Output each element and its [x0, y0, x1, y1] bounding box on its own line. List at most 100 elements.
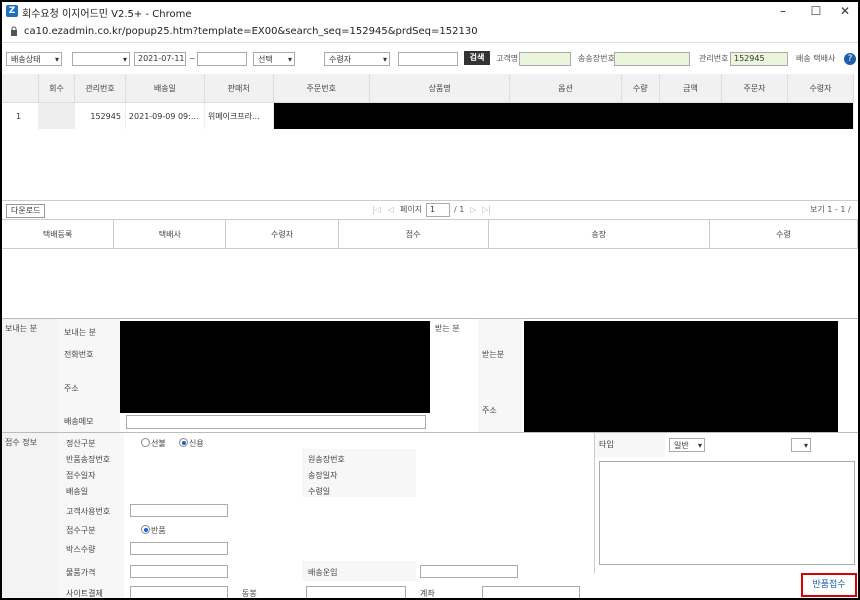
site-pay-input[interactable]	[130, 586, 228, 598]
settle-label: 정산구분	[66, 439, 96, 448]
customer-input[interactable]	[519, 52, 571, 66]
date-to-input[interactable]	[197, 52, 247, 66]
intake-date-label: 접수일자	[66, 471, 96, 480]
mgmt-no-label: 관리번호	[699, 54, 729, 63]
bundle-label: 동봉	[242, 589, 257, 598]
pager-bar: 다운로드 |◁ ◁ 페이지 1 / 1 ▷ ▷| 보기 1 - 1 /	[2, 200, 858, 220]
cust-no-input[interactable]	[130, 504, 228, 517]
type-select[interactable]: 일반 ▾	[669, 438, 705, 452]
row-return	[38, 102, 76, 129]
bundle-input[interactable]	[306, 586, 406, 598]
receiver-name-label: 받는분	[482, 350, 505, 359]
table-row[interactable]: 1 152945 2021-09-09 09:... 위메이크프라...	[2, 102, 855, 129]
col-return[interactable]: 회수	[38, 74, 76, 103]
date-range-tilde: ~	[189, 54, 196, 63]
order-grid: 회수 관리번호 배송일 판매처 주문번호 상품명 옵션 수량 금액 주문자 수령…	[2, 74, 855, 129]
account-input[interactable]	[482, 586, 580, 598]
download-button[interactable]: 다운로드	[6, 204, 46, 218]
col-product-name[interactable]: 상품명	[369, 74, 511, 103]
col-intake[interactable]: 접수	[338, 220, 489, 249]
intake-type-label: 접수구분	[66, 526, 96, 535]
cust-no-label: 고객사용번호	[66, 507, 111, 516]
ship-fee-input[interactable]	[420, 565, 518, 578]
chevron-down-icon: ▾	[803, 441, 808, 450]
status-select[interactable]: 배송상태 ▾	[6, 52, 62, 66]
item-price-label: 물품가격	[66, 568, 96, 577]
col-receipt[interactable]: 수령	[709, 220, 858, 249]
mgmt-no-input[interactable]: 152945	[730, 52, 788, 66]
col-ship-date[interactable]: 배송일	[125, 74, 205, 103]
second-select[interactable]: ▾	[791, 438, 811, 452]
search-button[interactable]: 검색	[464, 51, 490, 65]
sender-address-label: 주소	[64, 384, 79, 393]
type-panel: 타입 일반 ▾ ▾	[594, 432, 858, 573]
last-page-icon[interactable]: ▷|	[482, 203, 491, 217]
app-logo-icon: Z	[6, 5, 18, 17]
chevron-down-icon: ▾	[122, 55, 127, 64]
type-label: 타입	[599, 440, 614, 449]
settle-prepaid-label: 선불	[151, 439, 166, 448]
col-qty[interactable]: 수량	[621, 74, 661, 103]
next-page-icon[interactable]: ▷	[470, 203, 476, 217]
url-text: ca10.ezadmin.co.kr/popup25.htm?template=…	[24, 26, 478, 37]
memo-textarea[interactable]	[599, 461, 855, 565]
account-label: 계좌	[420, 589, 435, 598]
intake-section-label: 접수 정보	[5, 438, 37, 447]
title-bar: Z 회수요청 이지어드민 V2.5+ - Chrome – ☐ ✕	[2, 2, 858, 20]
col-option[interactable]: 옵션	[509, 74, 622, 103]
search-input[interactable]	[398, 52, 458, 66]
settle-credit-radio[interactable]	[179, 438, 188, 447]
page-label: 페이지	[400, 205, 423, 214]
chevron-down-icon: ▾	[697, 441, 702, 450]
box-qty-label: 박스수량	[66, 545, 96, 554]
close-button[interactable]: ✕	[834, 3, 856, 19]
ship-date-label: 배송일	[66, 487, 89, 496]
receiver-section-label: 받는 분	[435, 324, 460, 333]
first-page-icon[interactable]: |◁	[372, 203, 381, 217]
intake-type-return-radio[interactable]	[141, 525, 150, 534]
minimize-button[interactable]: –	[772, 3, 794, 19]
return-invoice-label: 반품송장번호	[66, 455, 111, 464]
page-input[interactable]: 1	[426, 203, 450, 217]
prev-page-icon[interactable]: ◁	[388, 203, 394, 217]
redacted-sender-info	[120, 321, 430, 413]
memo-input[interactable]	[126, 415, 426, 429]
intake-section: 접수 정보 정산구분 선불 신용 반품송장번호 원송장번호 접수일자 송장일자 …	[2, 432, 594, 598]
row-seller: 위메이크프라...	[204, 102, 274, 129]
maximize-button[interactable]: ☐	[805, 3, 827, 19]
col-seller[interactable]: 판매처	[204, 74, 274, 103]
col-order-no[interactable]: 주문번호	[273, 74, 370, 103]
col-index	[2, 74, 39, 103]
col-mgmt-no[interactable]: 관리번호	[74, 74, 126, 103]
settle-prepaid-radio[interactable]	[141, 438, 150, 447]
return-intake-button[interactable]: 반품접수	[801, 573, 857, 597]
col-receiver2[interactable]: 수령자	[225, 220, 339, 249]
receiver-select[interactable]: 수령자 ▾	[324, 52, 390, 66]
popup-window: Z 회수요청 이지어드민 V2.5+ - Chrome – ☐ ✕ ca10.e…	[2, 2, 858, 598]
chevron-down-icon: ▾	[287, 55, 292, 64]
sender-phone-label: 전화번호	[64, 350, 94, 359]
row-index: 1	[2, 102, 39, 129]
date-from-input[interactable]: 2021-07-11	[134, 52, 186, 66]
invoice-input[interactable]	[614, 52, 690, 66]
col-courier[interactable]: 택배사	[113, 220, 227, 249]
redacted-area	[273, 102, 855, 129]
col-amount[interactable]: 금액	[659, 74, 723, 103]
col-receiver[interactable]: 수령자	[787, 74, 855, 103]
redacted-receiver-info	[524, 321, 838, 433]
col-invoice[interactable]: 송장	[488, 220, 710, 249]
settle-credit-label: 신용	[189, 439, 204, 448]
item-price-input[interactable]	[130, 565, 228, 578]
col-courier-register[interactable]: 택배등록	[2, 220, 115, 249]
row-mgmt-no: 152945	[74, 102, 126, 129]
address-bar[interactable]: ca10.ezadmin.co.kr/popup25.htm?template=…	[2, 22, 858, 43]
box-qty-input[interactable]	[130, 542, 228, 555]
chevron-down-icon: ▾	[54, 55, 59, 64]
help-icon[interactable]: ?	[844, 53, 856, 65]
col-orderer[interactable]: 주문자	[721, 74, 788, 103]
choice-select[interactable]: 선택 ▾	[253, 52, 295, 66]
courier-grid: 택배등록 택배사 수령자 접수 송장 수령	[2, 220, 858, 249]
invoice-label: 송송장번호	[578, 54, 615, 63]
chevron-down-icon: ▾	[382, 55, 387, 64]
blank-select[interactable]: ▾	[72, 52, 130, 66]
